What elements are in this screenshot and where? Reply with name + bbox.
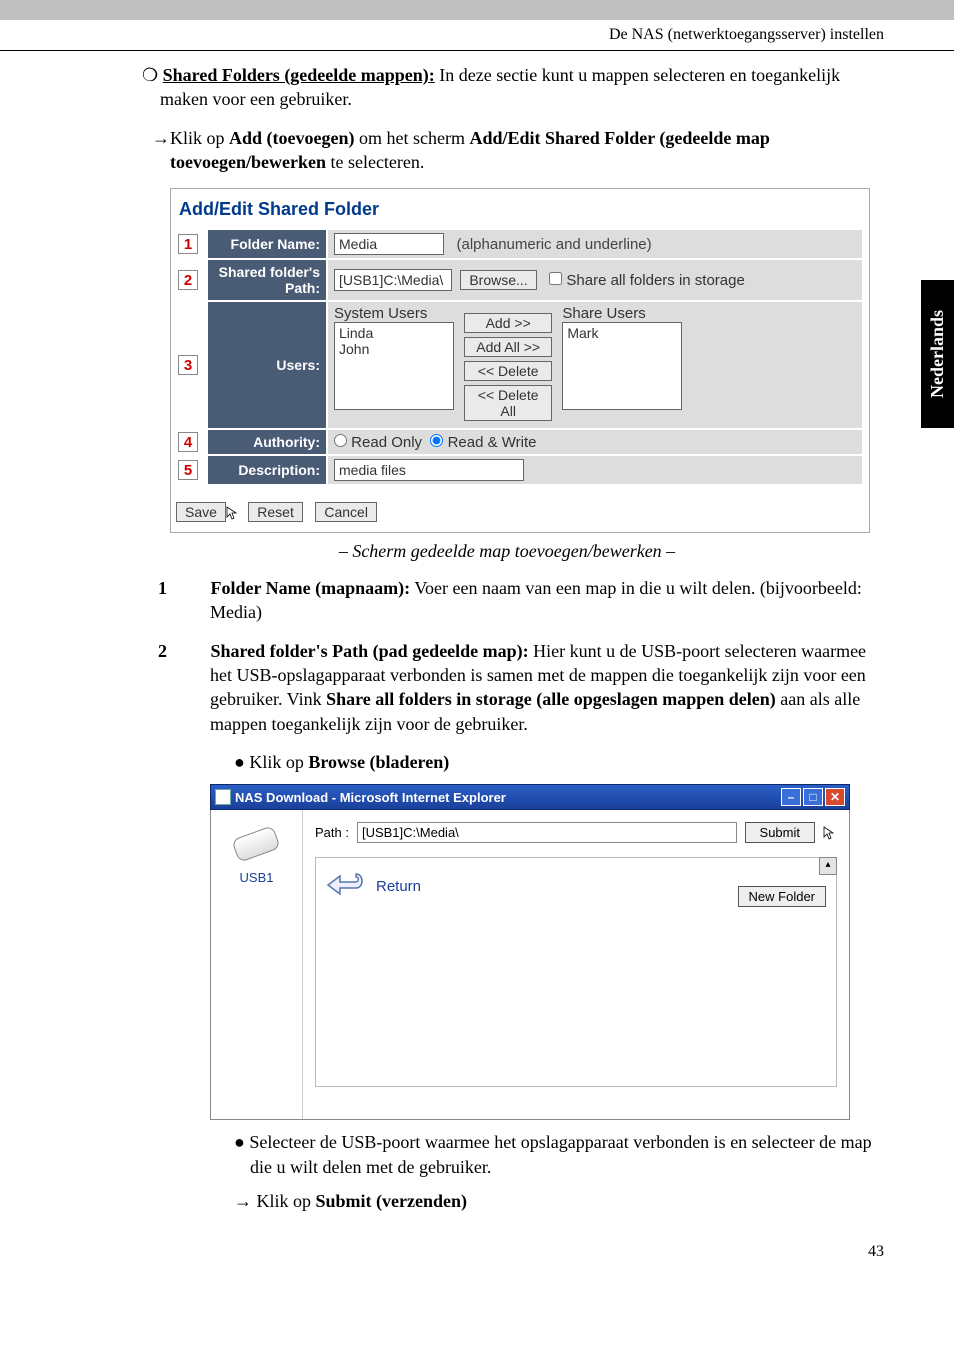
path-input-ie[interactable]: [USB1]C:\Media\	[357, 822, 737, 843]
delete-all-button[interactable]: << Delete All	[464, 385, 552, 421]
users-label: Users:	[208, 302, 326, 428]
folder-name-label: Folder Name:	[208, 230, 326, 258]
callout-5: 5	[178, 460, 198, 480]
sub-submit: → Klik op Submit (verzenden)	[130, 1189, 884, 1213]
item-2-bold2: Share all folders in storage (alle opges…	[326, 689, 776, 709]
sub-select-usb-text: Selecteer de USB-poort waarmee het opsla…	[249, 1132, 871, 1176]
reset-button[interactable]: Reset	[248, 502, 303, 522]
share-users-heading: Share Users	[562, 305, 682, 322]
description-input[interactable]: media files	[334, 459, 524, 481]
share-users-listbox[interactable]: Mark	[562, 322, 682, 410]
callout-4: 4	[178, 432, 198, 452]
scroll-up-button[interactable]: ▴	[819, 857, 837, 875]
read-write-radio[interactable]	[430, 434, 443, 447]
close-button[interactable]: ✕	[825, 788, 845, 806]
item-1: 1 Folder Name (mapnaam): Voer een naam v…	[130, 576, 884, 625]
usb-plug-icon	[232, 824, 282, 864]
sub-submit-bold: Submit (verzenden)	[316, 1191, 468, 1211]
authority-label: Authority:	[208, 430, 326, 454]
sub-browse-bold: Browse (bladeren)	[308, 752, 449, 772]
share-all-checkbox[interactable]	[549, 272, 562, 285]
submit-button[interactable]: Submit	[745, 822, 815, 843]
cursor-icon	[226, 506, 240, 520]
share-user-mark[interactable]: Mark	[567, 325, 677, 341]
step-pre: Klik op	[170, 128, 229, 148]
bullet-circle: ❍	[142, 65, 158, 85]
item-1-number: 1	[184, 576, 206, 600]
delete-button[interactable]: << Delete	[464, 361, 552, 381]
system-users-heading: System Users	[334, 305, 454, 322]
folder-name-input[interactable]: Media	[334, 233, 444, 255]
folder-list-area: ▴ Return New Folder	[315, 857, 837, 1087]
cursor-icon-2	[823, 826, 837, 840]
top-gray-strip	[0, 0, 954, 20]
sub-select-usb: ● Selecteer de USB-poort waarmee het ops…	[130, 1130, 884, 1179]
save-button[interactable]: Save	[176, 502, 226, 522]
usb-sidebar: USB1	[211, 810, 303, 1119]
item-1-title: Folder Name (mapnaam):	[211, 578, 411, 598]
add-edit-shared-folder-screenshot: Add/Edit Shared Folder 1 Folder Name: Me…	[170, 188, 870, 533]
dialog-title: Add/Edit Shared Folder	[171, 189, 869, 228]
add-button[interactable]: Add >>	[464, 313, 552, 333]
callout-3: 3	[178, 355, 198, 375]
new-folder-button[interactable]: New Folder	[738, 886, 826, 907]
system-users-listbox[interactable]: Linda John	[334, 322, 454, 410]
browse-button[interactable]: Browse...	[460, 270, 536, 290]
step-mid: om het scherm	[355, 128, 470, 148]
add-all-button[interactable]: Add All >>	[464, 337, 552, 357]
sub-browse: ● Klik op Browse (bladeren)	[130, 750, 884, 774]
maximize-button[interactable]: □	[803, 788, 823, 806]
step-post: te selecteren.	[326, 152, 424, 172]
add-label: Add (toevoegen)	[229, 128, 354, 148]
sub-browse-pre: Klik op	[249, 752, 308, 772]
window-titlebar: NAS Download - Microsoft Internet Explor…	[210, 784, 850, 810]
share-all-label: Share all folders in storage	[566, 272, 744, 289]
screenshot1-caption: – Scherm gedeelde map toevoegen/bewerken…	[130, 541, 884, 562]
arrow-right-icon: →	[152, 128, 170, 148]
item-2: 2 Shared folder's Path (pad gedeelde map…	[130, 639, 884, 736]
path-label-ie: Path :	[315, 825, 349, 840]
page-number: 43	[0, 1223, 954, 1291]
usb1-label[interactable]: USB1	[211, 870, 302, 885]
arrow-right-icon-2: →	[234, 1191, 252, 1211]
system-user-linda[interactable]: Linda	[339, 325, 449, 341]
ie-page-icon	[215, 789, 231, 805]
nas-download-window: NAS Download - Microsoft Internet Explor…	[210, 784, 850, 1120]
return-arrow-icon[interactable]	[326, 870, 368, 902]
cancel-button[interactable]: Cancel	[315, 502, 377, 522]
callout-2: 2	[178, 270, 198, 290]
system-user-john[interactable]: John	[339, 341, 449, 357]
return-link[interactable]: Return	[376, 878, 421, 895]
sub-submit-pre: Klik op	[252, 1191, 316, 1211]
read-write-label: Read & Write	[448, 434, 537, 451]
description-label: Description:	[208, 456, 326, 484]
path-input[interactable]: [USB1]C:\Media\	[334, 269, 452, 291]
window-title: NAS Download - Microsoft Internet Explor…	[231, 790, 779, 805]
running-header: De NAS (netwerktoegangsserver) instellen	[0, 20, 954, 51]
item-2-number: 2	[184, 639, 206, 663]
shared-folders-intro: ❍ Shared Folders (gedeelde mappen): In d…	[130, 63, 884, 112]
path-label: Shared folder's Path:	[208, 260, 326, 300]
shared-folders-heading: Shared Folders (gedeelde mappen):	[163, 65, 435, 85]
item-2-title: Shared folder's Path (pad gedeelde map):	[211, 641, 529, 661]
folder-name-hint: (alphanumeric and underline)	[457, 236, 652, 253]
click-add-step: →Klik op Add (toevoegen) om het scherm A…	[130, 126, 884, 175]
read-only-label: Read Only	[351, 434, 422, 451]
minimize-button[interactable]: –	[781, 788, 801, 806]
language-side-tab: Nederlands	[921, 280, 954, 428]
read-only-radio[interactable]	[334, 434, 347, 447]
callout-1: 1	[178, 234, 198, 254]
